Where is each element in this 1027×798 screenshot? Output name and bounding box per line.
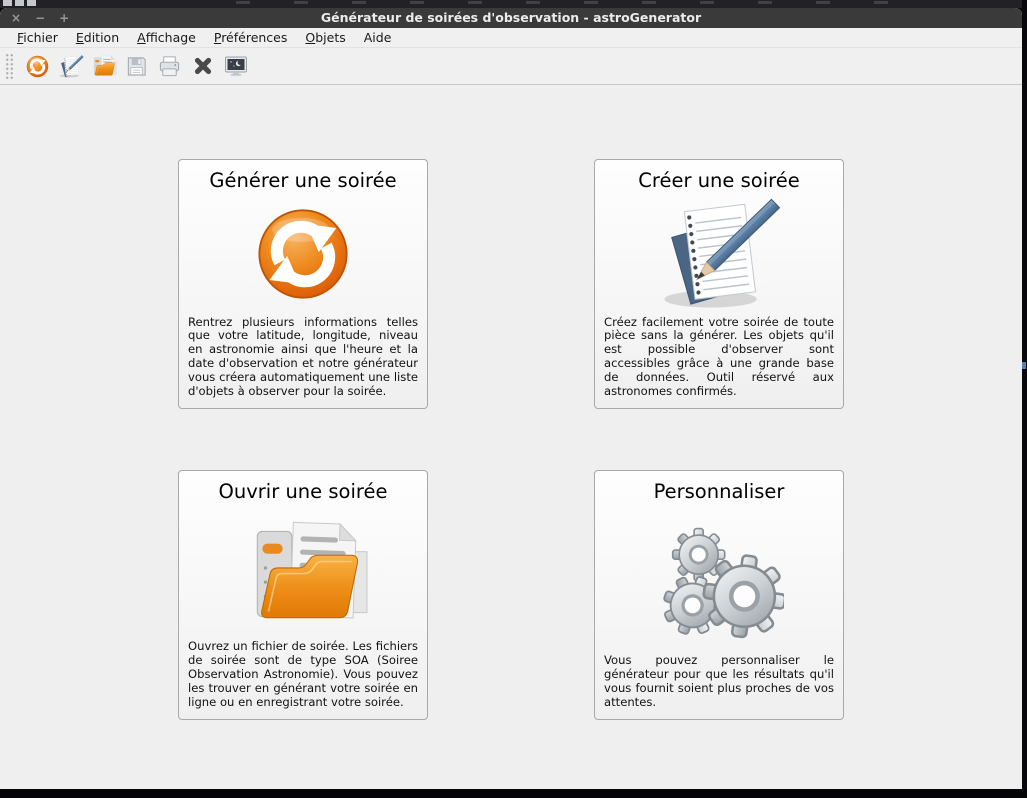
title-bar[interactable]: × − + Générateur de soirées d'observatio… (0, 8, 1022, 28)
save-button[interactable] (120, 51, 153, 81)
menu-bar: Fichier Edition Affichage Préférences Ob… (0, 28, 1022, 48)
card-description: Créez facilement votre soirée de toute p… (595, 316, 843, 408)
open-soiree-button[interactable] (87, 51, 120, 81)
toolbar-grip-handle[interactable] (5, 53, 14, 79)
close-button[interactable] (186, 51, 219, 81)
card-description: Rentrez plusieurs informations telles qu… (179, 316, 427, 408)
menu-edition[interactable]: Edition (67, 29, 128, 46)
card-description: Vous pouvez personnaliser le générateur … (595, 654, 843, 719)
window-title: Générateur de soirées d'observation - as… (0, 8, 1022, 28)
printer-icon (157, 54, 182, 79)
maximize-window-icon[interactable]: + (59, 8, 69, 28)
menu-objets[interactable]: Objets (296, 29, 354, 46)
menu-affichage[interactable]: Affichage (128, 29, 205, 46)
menu-aide[interactable]: Aide (355, 29, 401, 46)
create-soiree-button[interactable] (54, 51, 87, 81)
notepad-pencil-icon (58, 54, 84, 79)
astrogenerator-window: × − + Générateur de soirées d'observatio… (0, 8, 1022, 789)
card-title: Personnaliser (654, 480, 785, 503)
sync-orange-icon (251, 192, 355, 316)
minimize-window-icon[interactable]: − (35, 8, 45, 28)
notepad-pencil-icon (656, 192, 782, 316)
card-title: Générer une soirée (209, 169, 396, 192)
monitor-moon-icon (223, 53, 249, 79)
print-button[interactable] (153, 51, 186, 81)
window-controls: × − + (11, 8, 69, 28)
generate-soiree-button[interactable] (21, 51, 54, 81)
toolbar (0, 48, 1022, 85)
background-window-sliver (0, 0, 1027, 8)
card-ouvrir-soiree[interactable]: Ouvrir une soirée Ouvrez un fichier de s… (178, 470, 428, 720)
screen-button[interactable] (219, 51, 252, 81)
open-folder-document-icon (237, 503, 369, 640)
cross-icon (191, 54, 215, 78)
background-accent (1022, 362, 1026, 369)
bottom-edge-bar (0, 789, 1027, 798)
open-folder-icon (90, 54, 117, 78)
menu-fichier[interactable]: Fichier (8, 29, 67, 46)
card-title: Ouvrir une soirée (219, 480, 388, 503)
menu-preferences[interactable]: Préférences (205, 29, 297, 46)
sync-orange-icon (25, 54, 50, 79)
close-window-icon[interactable]: × (11, 8, 21, 28)
floppy-disk-icon (124, 54, 149, 79)
desktop: × − + Générateur de soirées d'observatio… (0, 0, 1027, 798)
main-content: Générer une soirée Rentrez plusieurs inf… (0, 85, 1022, 789)
card-creer-soiree[interactable]: Créer une soirée Créez facilement votre … (594, 159, 844, 409)
card-title: Créer une soirée (638, 169, 799, 192)
gears-icon (654, 503, 784, 654)
desktop-edge-strip (1022, 0, 1027, 798)
card-personnaliser[interactable]: Personnaliser Vous pouvez personnaliser … (594, 470, 844, 720)
card-generer-soiree[interactable]: Générer une soirée Rentrez plusieurs inf… (178, 159, 428, 409)
card-description: Ouvrez un fichier de soirée. Les fichier… (179, 640, 427, 719)
